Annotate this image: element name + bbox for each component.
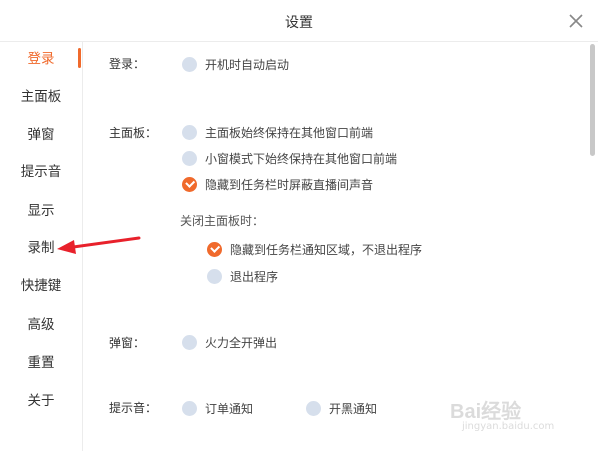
radio-unchecked-icon[interactable]	[182, 334, 197, 350]
watermark-url: jingyan.baidu.com	[462, 421, 555, 432]
section-label-main-panel: 主面板：	[109, 126, 158, 140]
radio-unchecked-icon[interactable]	[207, 268, 222, 284]
sidebar-item-record[interactable]: 录制	[0, 238, 82, 258]
radio-unchecked-icon[interactable]	[182, 124, 197, 140]
option-label: 开黑通知	[329, 401, 378, 416]
option-mini-window-on-top[interactable]: 小窗模式下始终保持在其他窗口前端	[182, 149, 397, 167]
sidebar-item-advanced[interactable]: 高级	[0, 315, 82, 335]
radio-checked-icon[interactable]	[207, 241, 222, 257]
close-icon[interactable]	[568, 13, 584, 29]
radio-unchecked-icon[interactable]	[306, 400, 321, 416]
sidebar: 登录 主面板 弹窗 提示音 显示 录制 快捷键 高级 重置 关于	[0, 42, 83, 451]
option-label: 开机时自动启动	[205, 57, 290, 72]
option-label: 隐藏到任务栏时屏蔽直播间声音	[205, 177, 374, 192]
option-exit-program[interactable]: 退出程序	[207, 267, 278, 285]
option-order-notice[interactable]: 订单通知	[182, 399, 253, 417]
watermark-text: Bai经验	[450, 401, 522, 423]
radio-checked-icon[interactable]	[182, 176, 197, 192]
title-bar: 设置	[0, 0, 598, 42]
option-label: 隐藏到任务栏通知区域，不退出程序	[230, 242, 423, 257]
sidebar-item-popup[interactable]: 弹窗	[0, 125, 82, 145]
sidebar-item-reset[interactable]: 重置	[0, 353, 82, 373]
sidebar-item-main-panel[interactable]: 主面板	[0, 87, 82, 107]
sidebar-item-sound[interactable]: 提示音	[0, 162, 82, 182]
sidebar-item-display[interactable]: 显示	[0, 201, 82, 221]
option-main-panel-on-top[interactable]: 主面板始终保持在其他窗口前端	[182, 123, 373, 141]
option-hide-to-tray[interactable]: 隐藏到任务栏通知区域，不退出程序	[207, 240, 422, 258]
option-fire-popup[interactable]: 火力全开弹出	[182, 333, 277, 351]
watermark: Bai经验 jingyan.baidu.com	[450, 395, 590, 445]
settings-content: 登录： 开机时自动启动 主面板： 主面板始终保持在其他窗口前端 小窗模式下始终保…	[83, 42, 583, 451]
option-mute-when-hidden[interactable]: 隐藏到任务栏时屏蔽直播间声音	[182, 175, 373, 193]
option-label: 主面板始终保持在其他窗口前端	[205, 125, 374, 140]
radio-unchecked-icon[interactable]	[182, 400, 197, 416]
close-behavior-label: 关闭主面板时：	[180, 214, 265, 228]
option-label: 退出程序	[230, 269, 279, 284]
section-label-popup: 弹窗：	[109, 336, 146, 350]
scrollbar-thumb[interactable]	[590, 44, 595, 156]
option-label: 火力全开弹出	[205, 335, 278, 350]
sidebar-item-shortcuts[interactable]: 快捷键	[0, 276, 82, 296]
sidebar-item-login[interactable]: 登录	[0, 49, 82, 69]
option-label: 小窗模式下始终保持在其他窗口前端	[205, 151, 398, 166]
option-label: 订单通知	[205, 401, 254, 416]
radio-unchecked-icon[interactable]	[182, 56, 197, 72]
sidebar-item-about[interactable]: 关于	[0, 391, 82, 411]
section-label-sound: 提示音：	[109, 401, 158, 415]
option-team-notice[interactable]: 开黑通知	[306, 399, 377, 417]
radio-unchecked-icon[interactable]	[182, 150, 197, 166]
active-indicator	[78, 48, 81, 68]
section-label-login: 登录：	[109, 57, 146, 71]
window-title: 设置	[285, 15, 313, 31]
option-auto-start[interactable]: 开机时自动启动	[182, 55, 289, 73]
